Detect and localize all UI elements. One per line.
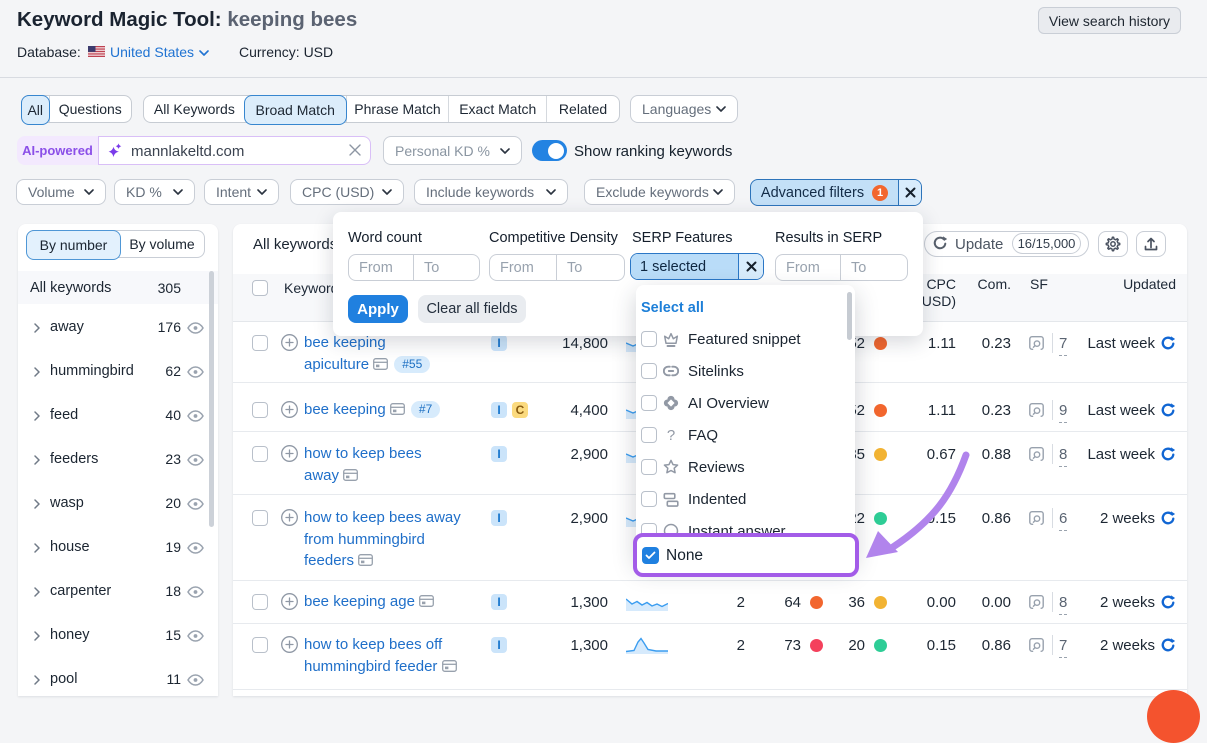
svg-text:?: ?	[667, 427, 675, 443]
